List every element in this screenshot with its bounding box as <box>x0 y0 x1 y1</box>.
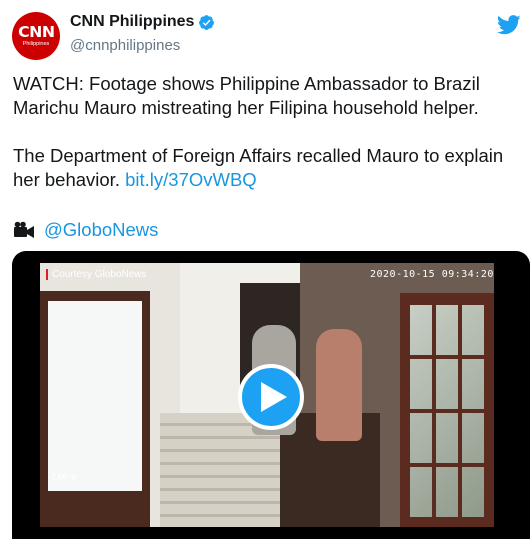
video-timestamp: 2020-10-15 09:34:20 <box>370 269 494 280</box>
tweet-paragraph-2: The Department of Foreign Affairs recall… <box>13 144 523 192</box>
video-camera-icon <box>14 221 34 238</box>
tweet-text: WATCH: Footage shows Philippine Ambassad… <box>13 72 523 192</box>
scene-left-door-glass <box>48 301 142 491</box>
video-player[interactable]: Courtesy GloboNews 2020-10-15 09:34:20 C… <box>12 251 530 539</box>
play-button[interactable] <box>238 364 304 430</box>
scene-person-2 <box>316 329 362 441</box>
short-link[interactable]: bit.ly/37OvWBQ <box>125 169 257 190</box>
twitter-bird-icon[interactable] <box>497 14 521 36</box>
scene-left-door <box>40 291 150 527</box>
author-name-row[interactable]: CNN Philippines <box>70 13 215 31</box>
cnn-logo-text: CNN <box>17 22 55 41</box>
tweet-card[interactable]: CNN Philippines CNN Philippines @cnnphil… <box>0 0 532 539</box>
attribution-link[interactable]: @GloboNews <box>44 219 158 241</box>
tweet-paragraph-1: WATCH: Footage shows Philippine Ambassad… <box>13 73 480 118</box>
media-attribution[interactable]: @GloboNews <box>13 219 158 241</box>
video-courtesy-label: Courtesy GloboNews <box>46 269 146 280</box>
scene-right-door-bars <box>410 303 484 517</box>
author-display-name[interactable]: CNN Philippines <box>70 13 194 31</box>
play-icon <box>261 382 287 412</box>
author-handle[interactable]: @cnnphilippines <box>70 37 180 54</box>
verified-badge-icon <box>199 14 215 30</box>
cnn-logo-subtext: Philippines <box>22 40 50 47</box>
avatar[interactable]: CNN Philippines <box>12 12 60 60</box>
tweet-paragraph-2-text: The Department of Foreign Affairs recall… <box>13 145 504 190</box>
video-cam-label: CAM 9 <box>52 473 77 482</box>
scene-right-door <box>400 293 494 527</box>
